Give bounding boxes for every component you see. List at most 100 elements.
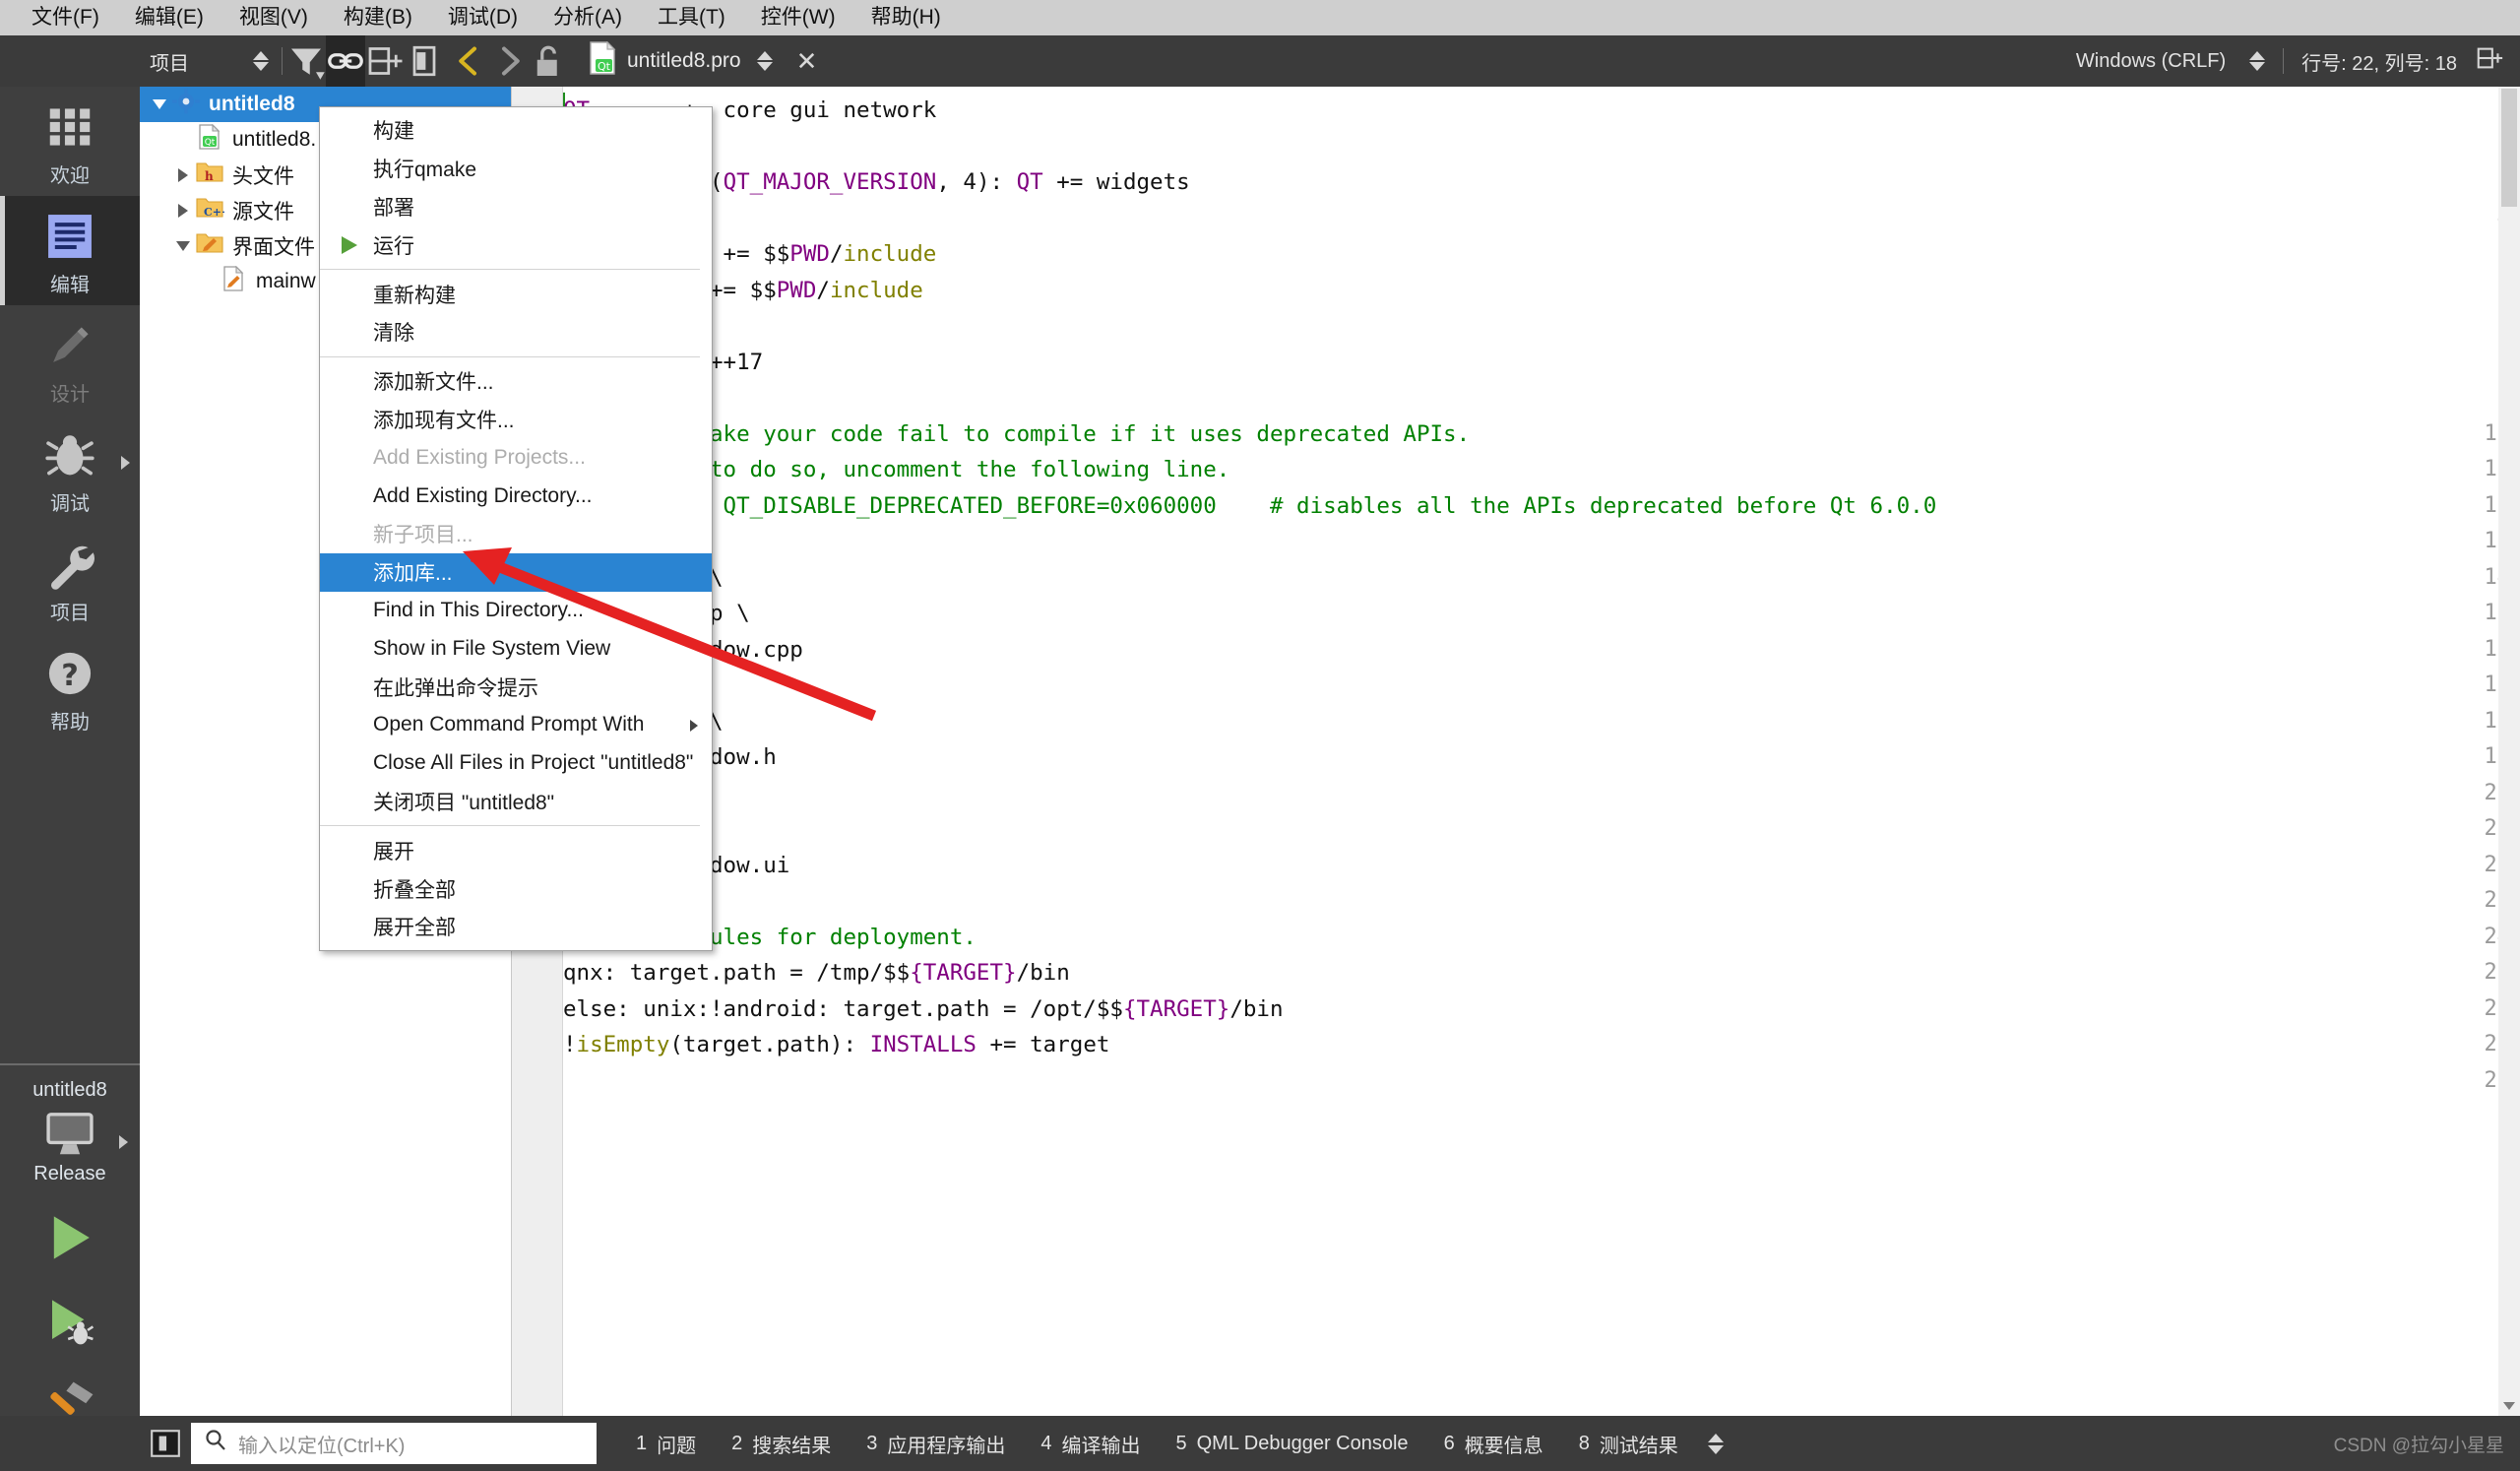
ctx-expand-all[interactable]: 展开全部: [320, 908, 712, 946]
code-line: qnx: target.path = /tmp/$${TARGET}/bin: [563, 960, 1070, 986]
pencil-icon: [43, 319, 96, 372]
menu-edit[interactable]: 编辑(E): [117, 0, 221, 35]
kit-target-block[interactable]: Release: [0, 1108, 140, 1185]
chevron-down-icon[interactable]: [171, 241, 195, 251]
locator-input[interactable]: 输入以定位(Ctrl+K): [191, 1423, 597, 1464]
pane-application-output[interactable]: 3 应用程序输出: [849, 1430, 1023, 1458]
close-icon[interactable]: ✕: [783, 46, 832, 77]
chevron-right-icon[interactable]: [171, 204, 195, 218]
navigate-forward-icon[interactable]: [489, 35, 529, 87]
text-lines-icon: [43, 210, 96, 263]
editor-tab-filename: untitled8.pro: [627, 49, 741, 72]
menu-view[interactable]: 视图(V): [221, 0, 326, 35]
scrollbar-thumb[interactable]: [2501, 89, 2517, 207]
editor-code-area[interactable]: QT += core gui network greaterThan(QT_MA…: [563, 87, 2498, 1416]
mode-help[interactable]: ? 帮助: [0, 633, 140, 742]
menu-analyze[interactable]: 分析(A): [536, 0, 640, 35]
debug-green-triangle-bug-icon[interactable]: [41, 1295, 98, 1353]
menu-file[interactable]: 文件(F): [14, 0, 117, 35]
filter-icon[interactable]: [286, 35, 326, 87]
view-selector-spinner[interactable]: [238, 35, 278, 87]
line-ending-dropdown[interactable]: [2249, 51, 2266, 71]
project-context-menu[interactable]: 构建 执行qmake 部署运行重新构建 清除添加新文件... 添加现有文件... Add …: [319, 106, 713, 951]
ctx-add-new-file[interactable]: 添加新文件...: [320, 362, 712, 401]
ctx-add-library[interactable]: 添加库...: [320, 552, 712, 592]
ctx-clean[interactable]: 清除: [320, 313, 712, 352]
menu-debug[interactable]: 调试(D): [430, 0, 536, 35]
ctx-add-existing-directory[interactable]: Add Existing Directory...: [320, 477, 712, 515]
pane-issues[interactable]: 1 问题: [618, 1430, 714, 1458]
menu-build[interactable]: 构建(B): [326, 0, 430, 35]
mode-welcome[interactable]: 欢迎: [0, 87, 140, 196]
ctx-add-existing-files[interactable]: 添加现有文件...: [320, 401, 712, 439]
folder-cpp-icon: C++: [195, 195, 232, 226]
chevron-right-icon[interactable]: [119, 1135, 128, 1149]
pane-general-messages[interactable]: 6 概要信息: [1426, 1430, 1561, 1458]
pane-search-results[interactable]: 2 搜索结果: [714, 1430, 849, 1458]
code-line: CONFIG += c++17: [563, 349, 764, 375]
ctx-build[interactable]: 构建: [320, 111, 712, 150]
pane-application-output-number: 3: [866, 1432, 878, 1454]
output-pane-spinner[interactable]: [1707, 1433, 1724, 1454]
tree-item-project-label: untitled8: [209, 93, 295, 115]
chevron-right-icon[interactable]: [171, 168, 195, 182]
pane-test-results-number: 8: [1578, 1432, 1590, 1454]
code-line: #DEFINES += QT_DISABLE_DEPRECATED_BEFORE…: [563, 492, 1937, 519]
menu-tools[interactable]: 工具(T): [640, 0, 743, 35]
ctx-expand-all-label: 展开全部: [373, 917, 456, 940]
ctx-collapse-all[interactable]: 折叠全部: [320, 869, 712, 908]
close-split-icon[interactable]: [405, 35, 444, 87]
ctx-show-in-file-system-view[interactable]: Show in File System View: [320, 629, 712, 668]
chevron-down-icon[interactable]: [148, 99, 171, 109]
ctx-close-project[interactable]: 关闭项目 "untitled8": [320, 783, 712, 821]
menu-widgets[interactable]: 控件(W): [743, 0, 853, 35]
ctx-find-in-this-directory[interactable]: Find in This Directory...: [320, 592, 712, 630]
split-add-icon[interactable]: [365, 35, 405, 87]
mode-design-label: 设计: [50, 384, 90, 406]
unlocked-icon[interactable]: [529, 35, 568, 87]
mode-projects[interactable]: 项目: [0, 524, 140, 633]
ctx-run-qmake[interactable]: 执行qmake: [320, 150, 712, 188]
editor-tab-dropdown[interactable]: [756, 51, 773, 71]
link-icon[interactable]: [326, 35, 365, 87]
ctx-deploy-label: 部署: [373, 196, 414, 220]
kit-selector[interactable]: untitled8 Release: [0, 1063, 140, 1471]
line-ending-selector[interactable]: Windows (CRLF): [2076, 50, 2226, 73]
scroll-down-arrow[interactable]: [2503, 1402, 2515, 1410]
tree-item-sources-label: 源文件: [232, 201, 294, 224]
toggle-sidebar-icon[interactable]: [140, 1416, 191, 1471]
ctx-show-in-file-system-view-label: Show in File System View: [373, 636, 611, 660]
ctx-open-terminal-here[interactable]: 在此弹出命令提示: [320, 668, 712, 706]
editor-vertical-scrollbar[interactable]: [2498, 87, 2520, 1416]
pane-test-results[interactable]: 8 测试结果: [1561, 1430, 1696, 1458]
pane-compile-output[interactable]: 4 编译输出: [1023, 1430, 1158, 1458]
ctx-rebuild[interactable]: 重新构建: [320, 275, 712, 313]
chevron-right-icon[interactable]: [121, 456, 130, 470]
navigate-back-icon[interactable]: [450, 35, 489, 87]
split-editor-icon[interactable]: [2475, 43, 2504, 79]
menu-help[interactable]: 帮助(H): [853, 0, 959, 35]
mode-edit[interactable]: 编辑: [0, 196, 140, 305]
ctx-expand[interactable]: 展开: [320, 831, 712, 869]
mode-debug[interactable]: 调试: [0, 415, 140, 524]
cursor-position-label[interactable]: 行号: 22, 列号: 18: [2301, 47, 2457, 76]
pane-qml-debugger-console[interactable]: 5 QML Debugger Console: [1159, 1433, 1426, 1455]
mode-design: 设计: [0, 305, 140, 415]
editor-tab-untitled8-pro[interactable]: Qt untitled8.pro: [574, 35, 783, 87]
code-editor[interactable]: QT += core gui network greaterThan(QT_MA…: [512, 87, 2520, 1416]
ctx-expand-label: 展开: [373, 840, 414, 863]
watermark-label: CSDN @拉勾小星星: [2333, 1435, 2504, 1456]
locator-placeholder: 输入以定位(Ctrl+K): [238, 1435, 406, 1457]
ctx-deploy[interactable]: 部署: [320, 188, 712, 226]
ctx-run[interactable]: 运行: [320, 225, 712, 264]
ctx-close-all-files[interactable]: Close All Files in Project "untitled8": [320, 744, 712, 783]
ctx-add-library-label: 添加库...: [373, 562, 453, 586]
ctx-close-project-label: 关闭项目 "untitled8": [373, 791, 555, 814]
ctx-open-command-prompt-with[interactable]: Open Command Prompt With: [320, 706, 712, 744]
run-green-triangle-icon[interactable]: [41, 1211, 98, 1269]
svg-text:h: h: [205, 169, 214, 183]
sidebar-view-selector[interactable]: 项目: [140, 47, 238, 76]
